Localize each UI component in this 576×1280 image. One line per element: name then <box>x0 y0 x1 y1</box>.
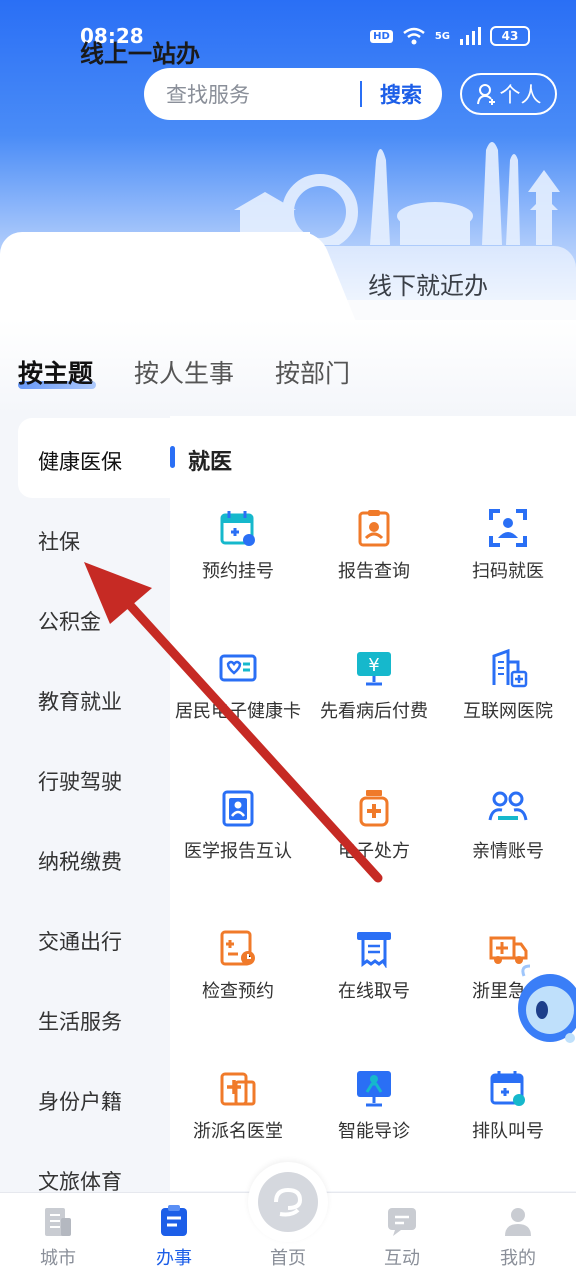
personal-label: 个人 <box>499 83 542 107</box>
service-scan-code-visit[interactable]: 扫码就医 <box>440 508 576 584</box>
clinic-icon <box>220 1072 256 1106</box>
nav-interaction[interactable]: 互动 <box>352 1192 452 1280</box>
nav-profile[interactable]: 我的 <box>468 1192 568 1280</box>
person-icon <box>476 84 495 105</box>
nav-city[interactable]: 城市 <box>8 1192 108 1280</box>
nav-home[interactable]: 首页 <box>238 1192 338 1280</box>
medical-report-icon <box>222 790 254 827</box>
chat-icon <box>388 1208 416 1236</box>
service-online-ticket[interactable]: 在线取号 <box>306 928 442 1004</box>
service-mode-tabs <box>0 232 576 332</box>
side-item-driving[interactable]: 行驶驾驶 <box>38 766 122 796</box>
tasks-icon <box>161 1205 187 1236</box>
svg-text:¥: ¥ <box>368 655 379 676</box>
side-item-identity[interactable]: 身份户籍 <box>38 1086 122 1116</box>
service-report-query[interactable]: 报告查询 <box>306 508 442 584</box>
city-icon <box>45 1208 71 1236</box>
side-item-education-employment[interactable]: 教育就业 <box>38 686 122 716</box>
service-famous-doctors[interactable]: 浙派名医堂 <box>170 1068 306 1144</box>
smart-guide-icon <box>357 1071 391 1107</box>
tab-online[interactable]: 线上一站办 <box>80 34 200 69</box>
personal-button[interactable]: 个人 <box>460 73 557 115</box>
service-smart-guide[interactable]: 智能导诊 <box>306 1068 442 1144</box>
service-health-card[interactable]: 居民电子健康卡 <box>170 648 306 724</box>
category-tab-theme[interactable]: 按主题 <box>18 354 93 390</box>
section-title: 就医 <box>188 450 233 475</box>
exam-appointment-icon <box>220 930 255 966</box>
hd-badge: HD <box>370 29 393 43</box>
side-item-transport[interactable]: 交通出行 <box>38 926 122 956</box>
side-menu <box>0 416 170 1191</box>
family-icon <box>488 791 528 821</box>
network-type: 5G <box>434 30 450 42</box>
medicine-bottle-icon <box>359 790 389 827</box>
status-icons: HD 5G 43 <box>370 26 530 46</box>
service-appointment-registration[interactable]: 预约挂号 <box>170 508 306 584</box>
tab-offline[interactable]: 线下就近办 <box>368 266 488 301</box>
queue-calendar-icon <box>490 1071 525 1106</box>
ticket-icon <box>357 932 391 968</box>
category-tab-life-events[interactable]: 按人生事 <box>134 354 234 390</box>
service-medical-report-mutual[interactable]: 医学报告互认 <box>170 788 306 864</box>
wifi-icon <box>403 27 425 45</box>
search-input[interactable]: 查找服务 搜索 <box>144 68 442 120</box>
section-marker <box>170 446 175 468</box>
hospital-building-icon <box>492 648 528 688</box>
service-pay-later[interactable]: ¥ 先看病后付费 <box>306 648 442 724</box>
service-family-account[interactable]: 亲情账号 <box>440 788 576 864</box>
calendar-plus-icon <box>220 511 255 546</box>
service-internet-hospital[interactable]: 互联网医院 <box>440 648 576 724</box>
city-skyline-illustration <box>234 142 560 245</box>
search-button[interactable]: 搜索 <box>380 79 422 109</box>
service-e-prescription[interactable]: 电子处方 <box>306 788 442 864</box>
scan-person-icon <box>489 509 527 547</box>
profile-icon <box>505 1208 531 1236</box>
service-queue-calling[interactable]: 排队叫号 <box>440 1068 576 1144</box>
assistant-robot-icon[interactable] <box>510 960 576 1070</box>
battery-indicator: 43 <box>490 26 530 46</box>
search-placeholder: 查找服务 <box>166 83 250 107</box>
nav-tasks[interactable]: 办事 <box>124 1192 224 1280</box>
health-card-icon <box>219 654 257 682</box>
search-divider <box>360 81 362 107</box>
side-item-housing-fund[interactable]: 公积金 <box>38 606 101 636</box>
report-icon <box>358 510 390 547</box>
tab-online-bg[interactable] <box>0 232 310 332</box>
side-item-tax[interactable]: 纳税缴费 <box>38 846 122 876</box>
category-tab-department[interactable]: 按部门 <box>275 354 350 390</box>
side-item-health-insurance[interactable]: 健康医保 <box>38 446 122 476</box>
signal-icon <box>460 27 481 45</box>
side-item-social-security[interactable]: 社保 <box>38 526 80 556</box>
service-exam-appointment[interactable]: 检查预约 <box>170 928 306 1004</box>
side-item-life-services[interactable]: 生活服务 <box>38 1006 122 1036</box>
yuan-screen-icon: ¥ <box>357 652 391 686</box>
